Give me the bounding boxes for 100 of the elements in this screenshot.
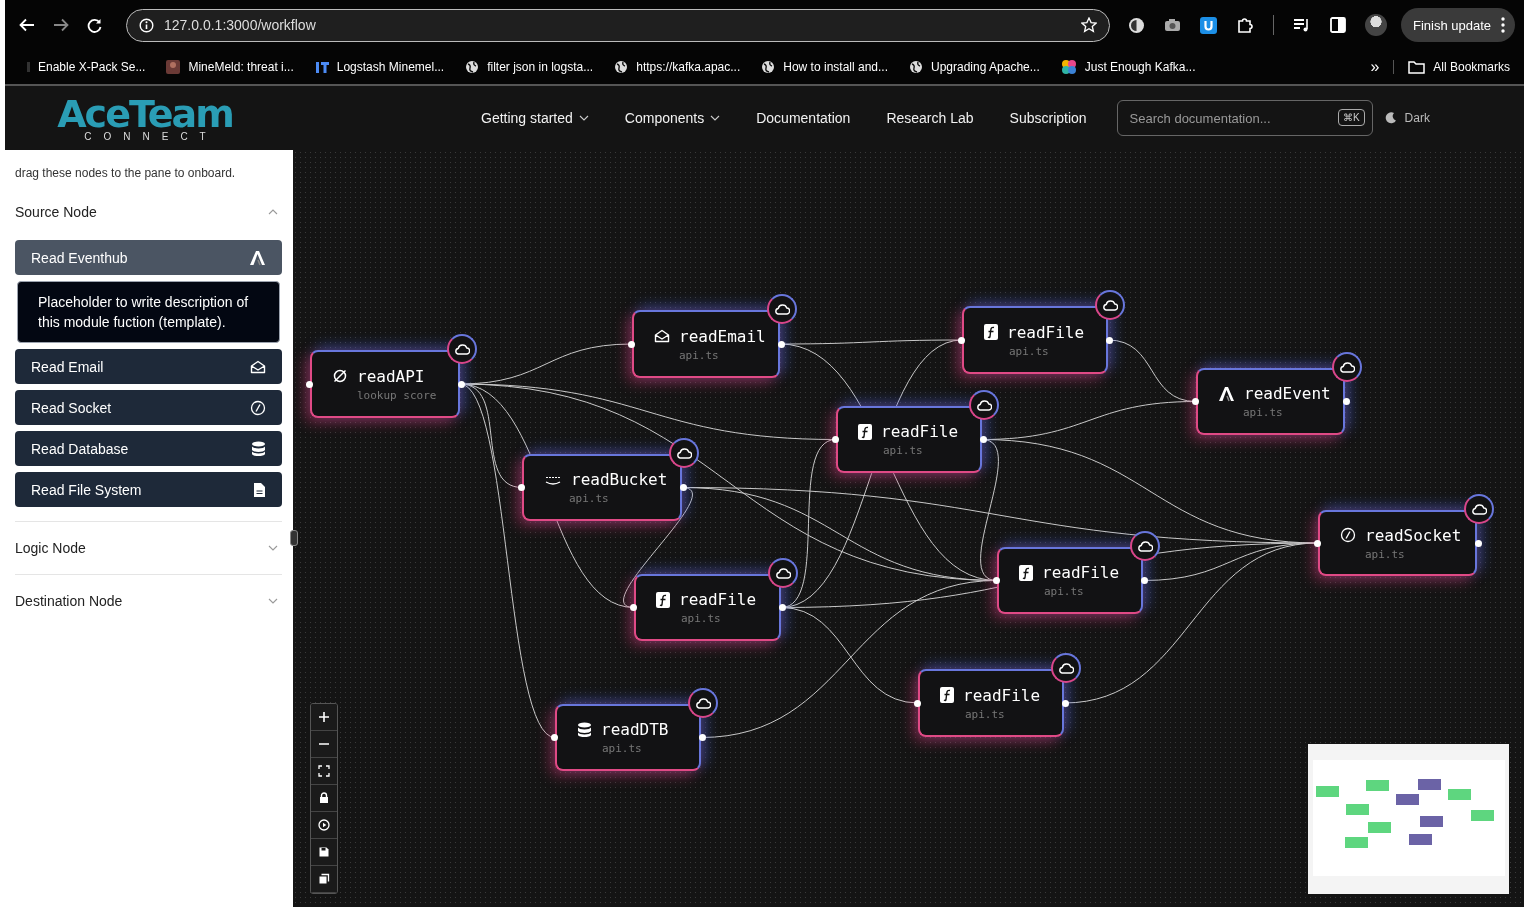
nav-link[interactable]: Getting started (481, 110, 589, 126)
bookmark-link[interactable]: filter json in logsta... (465, 60, 594, 74)
nav-link[interactable]: Documentation (756, 110, 851, 126)
fit-view-button[interactable] (311, 758, 337, 785)
connection-handle[interactable] (1105, 336, 1113, 344)
connection-handle[interactable] (550, 734, 558, 741)
star-icon[interactable] (1081, 17, 1097, 33)
bookmark-link[interactable]: Enable X-Pack Se... (27, 60, 146, 74)
connection-handle[interactable] (305, 380, 313, 388)
cloud-badge[interactable] (688, 688, 718, 718)
cloud-badge[interactable] (1464, 494, 1494, 524)
cloud-badge[interactable] (1051, 653, 1081, 683)
node-subtitle: api.ts (1009, 344, 1050, 358)
theme-toggle[interactable]: Dark (1384, 111, 1430, 125)
connection-handle[interactable] (517, 484, 525, 491)
extension-badge-icon[interactable] (1200, 16, 1217, 34)
node-item[interactable]: Read Eventhub (15, 240, 282, 275)
update-button[interactable]: Finish update (1401, 8, 1516, 42)
forward-arrow-icon[interactable] (53, 18, 69, 32)
connection-handle[interactable] (957, 336, 965, 344)
section-header[interactable]: Source Node (15, 192, 282, 232)
node-item[interactable]: Read Socket (15, 390, 282, 425)
nav-link[interactable]: Research Lab (886, 110, 974, 126)
section-header[interactable]: Logic Node (15, 521, 282, 574)
play-circle-button[interactable] (311, 812, 337, 839)
node-card[interactable]: readFile api.ts (962, 306, 1108, 374)
node-card[interactable]: readDTB api.ts (555, 704, 701, 771)
profile-avatar[interactable] (1365, 14, 1387, 36)
connection-handle[interactable] (992, 577, 1000, 584)
node-card[interactable]: readEmail api.ts (632, 310, 780, 378)
node-card[interactable]: readEvent api.ts (1196, 368, 1345, 435)
connection-handle[interactable] (913, 699, 921, 707)
connection-handle[interactable] (698, 734, 706, 741)
connection-handle[interactable] (831, 436, 839, 443)
copy-button[interactable] (311, 866, 337, 893)
connection-handle[interactable] (1061, 699, 1069, 707)
cloud-icon (976, 399, 992, 411)
node-title: readFile (963, 685, 1041, 705)
section-header[interactable]: Destination Node (15, 574, 282, 627)
node-card[interactable]: readFile api.ts (997, 547, 1143, 614)
bookmark-link[interactable]: Logstash Minemel... (314, 60, 445, 74)
connection-handle[interactable] (679, 484, 687, 491)
bookmark-link[interactable]: Upgrading Apache... (909, 60, 1040, 74)
node-title: readFile (1007, 322, 1085, 342)
connection-handle[interactable] (1313, 539, 1321, 547)
node-card[interactable]: readFile api.ts (918, 669, 1064, 737)
folder-icon (1408, 60, 1426, 74)
cloud-badge[interactable] (1332, 352, 1362, 382)
bookmark-link[interactable]: How to install and... (761, 60, 888, 74)
connection-handle[interactable] (778, 604, 786, 611)
address-bar[interactable]: 127.0.0.1:3000/workflow (126, 8, 1110, 42)
bookmark-link[interactable]: MineMeld: threat i... (166, 60, 294, 74)
all-bookmarks-link[interactable]: All Bookmarks (1393, 60, 1510, 74)
cloud-icon (454, 343, 470, 355)
puzzle-icon[interactable] (1236, 16, 1254, 34)
back-arrow-icon[interactable] (19, 18, 35, 32)
connection-handle[interactable] (1140, 577, 1148, 584)
media-list-icon[interactable] (1293, 17, 1311, 33)
connection-handle[interactable] (777, 340, 785, 348)
bookmark-link[interactable]: Just Enough Kafka... (1060, 59, 1196, 75)
bookmark-link[interactable]: https://kafka.apac... (614, 60, 741, 74)
cloud-badge[interactable] (447, 334, 477, 364)
reload-icon[interactable] (87, 17, 102, 33)
cloud-badge[interactable] (1095, 290, 1125, 320)
zoom-in-button[interactable] (311, 704, 337, 731)
node-subtitle: api.ts (1365, 547, 1406, 561)
side-panel-icon[interactable] (1330, 17, 1346, 33)
more-bookmarks-button[interactable]: » (1370, 58, 1380, 76)
cloud-badge[interactable] (767, 294, 797, 324)
node-item[interactable]: Read File System (15, 472, 282, 507)
zoom-out-button[interactable] (311, 731, 337, 758)
cloud-badge[interactable] (1130, 531, 1160, 561)
node-card[interactable]: readFile api.ts (634, 574, 781, 641)
connection-handle[interactable] (1191, 398, 1199, 405)
envelope-icon (250, 359, 266, 374)
node-card[interactable]: readSocket api.ts (1318, 510, 1477, 576)
camera-icon[interactable] (1164, 18, 1181, 32)
node-item[interactable]: Read Email (15, 349, 282, 384)
thumbnail-icon (166, 60, 181, 74)
connection-handle[interactable] (457, 380, 465, 388)
cloud-badge[interactable] (969, 390, 999, 420)
connection-handle[interactable] (1342, 398, 1350, 405)
connection-handle[interactable] (629, 604, 637, 611)
connection-handle[interactable] (979, 436, 987, 443)
connection-handle[interactable] (1474, 539, 1482, 547)
minimap[interactable] (1308, 744, 1509, 894)
node-card[interactable]: readAPI lookup score (310, 350, 460, 418)
cloud-badge[interactable] (669, 438, 699, 468)
envelope-icon (654, 329, 670, 343)
save-button[interactable] (311, 839, 337, 866)
connection-handle[interactable] (627, 340, 635, 348)
globe-icon (909, 60, 923, 74)
nav-link[interactable]: Components (624, 110, 721, 126)
node-card[interactable]: readBucket api.ts (522, 454, 682, 521)
cloud-badge[interactable] (768, 558, 798, 588)
nav-link[interactable]: Subscription (1009, 110, 1087, 126)
node-item[interactable]: Read Database (15, 431, 282, 466)
lock-button[interactable] (311, 785, 337, 812)
node-card[interactable]: readFile api.ts (836, 406, 982, 473)
half-circle-icon[interactable] (1128, 16, 1145, 34)
